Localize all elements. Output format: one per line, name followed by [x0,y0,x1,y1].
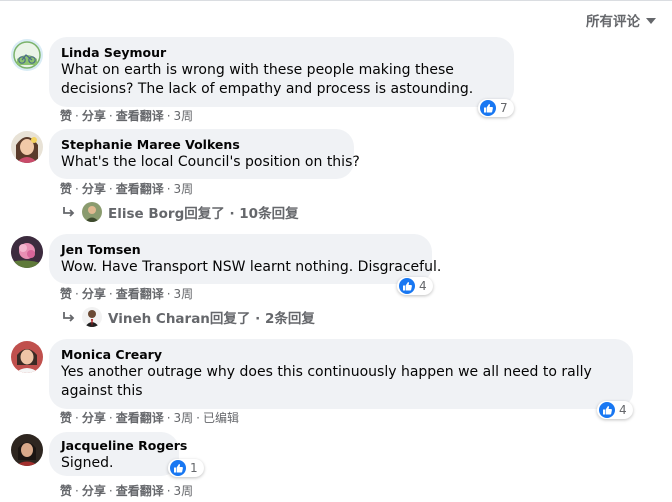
comment-text: Yes another outrage why does this contin… [61,364,592,399]
share-link[interactable]: 分享 [82,109,106,123]
reaction-count[interactable]: 4 [597,401,633,419]
replies-label: Elise Borg回复了 · 10条回复 [108,206,299,222]
reply-arrow-icon [63,312,75,322]
like-reaction-icon [170,460,186,476]
reaction-count[interactable]: 4 [397,277,433,295]
share-link[interactable]: 分享 [82,484,106,498]
timestamp[interactable]: 3周 [174,287,194,301]
reaction-count[interactable]: 1 [168,459,204,477]
reaction-number: 4 [619,403,627,417]
translate-link[interactable]: 查看翻译 [116,109,164,123]
like-link[interactable]: 赞 [60,411,72,425]
like-reaction-icon [480,100,496,116]
comment-bubble: Linda Seymour What on earth is wrong wit… [49,37,514,107]
view-replies[interactable]: Vineh Charan回复了 · 2条回复 [62,307,315,327]
translate-link[interactable]: 查看翻译 [116,411,164,425]
comment: Stephanie Maree Volkens What's the local… [0,128,672,228]
comment: Monica Creary Yes another outrage why do… [0,338,672,428]
like-link[interactable]: 赞 [60,484,72,498]
timestamp[interactable]: 3周 [174,484,194,498]
comment-author[interactable]: Jen Tomsen [61,242,420,258]
comment-actions: 赞 · 分享 · 查看翻译 · 3周 [60,182,194,196]
comment-author[interactable]: Linda Seymour [61,45,502,61]
reaction-count[interactable]: 7 [478,99,514,117]
replies-label: Vineh Charan回复了 · 2条回复 [108,311,315,327]
top-divider [0,0,672,1]
comment-author[interactable]: Jacqueline Rogers [61,438,187,454]
comment-bubble: Jacqueline Rogers Signed. [49,432,187,476]
avatar[interactable] [11,236,43,268]
like-link[interactable]: 赞 [60,109,72,123]
edited-label: 已编辑 [203,411,240,425]
reaction-number: 7 [500,101,508,115]
comment: Jen Tomsen Wow. Have Transport NSW learn… [0,233,672,333]
like-link[interactable]: 赞 [60,182,72,196]
like-reaction-icon [399,278,415,294]
comment-actions: 赞 · 分享 · 查看翻译 · 3周 · 已编辑 [60,411,240,425]
translate-link[interactable]: 查看翻译 [116,287,164,301]
comment-text: Wow. Have Transport NSW learnt nothing. … [61,259,442,275]
reaction-number: 4 [419,279,427,293]
comment-actions: 赞 · 分享 · 查看翻译 · 3周 [60,287,194,301]
comment-actions: 赞 · 分享 · 查看翻译 · 3周 [60,109,194,123]
replier-avatar [82,202,102,222]
comment-text: What's the local Council's position on t… [61,154,360,170]
comment-author[interactable]: Monica Creary [61,347,621,363]
avatar[interactable] [11,131,43,163]
translate-link[interactable]: 查看翻译 [116,182,164,196]
comment: Jacqueline Rogers Signed. 1 赞 · 分享 · 查看翻译 · 3周 [0,431,672,502]
timestamp[interactable]: 3周 [174,182,194,196]
sort-label: 所有评论 [586,14,640,30]
comment-sort-dropdown[interactable]: 所有评论 [586,10,656,30]
translate-link[interactable]: 查看翻译 [116,484,164,498]
avatar[interactable] [11,434,43,466]
replier-avatar [82,307,102,327]
share-link[interactable]: 分享 [82,182,106,196]
comment-bubble: Stephanie Maree Volkens What's the local… [49,129,360,179]
comment-text: Signed. [61,455,114,471]
reaction-number: 1 [190,461,198,475]
comment-bubble: Jen Tomsen Wow. Have Transport NSW learn… [49,234,442,284]
share-link[interactable]: 分享 [82,411,106,425]
like-reaction-icon [599,402,615,418]
share-link[interactable]: 分享 [82,287,106,301]
view-replies[interactable]: Elise Borg回复了 · 10条回复 [62,202,299,222]
reply-arrow-icon [63,207,75,217]
comment: Linda Seymour What on earth is wrong wit… [0,36,672,126]
avatar[interactable] [11,39,43,71]
timestamp[interactable]: 3周 [174,109,194,123]
timestamp[interactable]: 3周 [174,411,194,425]
like-link[interactable]: 赞 [60,287,72,301]
comment-text: What on earth is wrong with these people… [61,62,474,97]
caret-down-icon [646,18,656,24]
avatar[interactable] [11,341,43,373]
comment-bubble: Monica Creary Yes another outrage why do… [49,339,633,409]
comment-author[interactable]: Stephanie Maree Volkens [61,137,342,153]
comment-actions: 赞 · 分享 · 查看翻译 · 3周 [60,484,194,498]
